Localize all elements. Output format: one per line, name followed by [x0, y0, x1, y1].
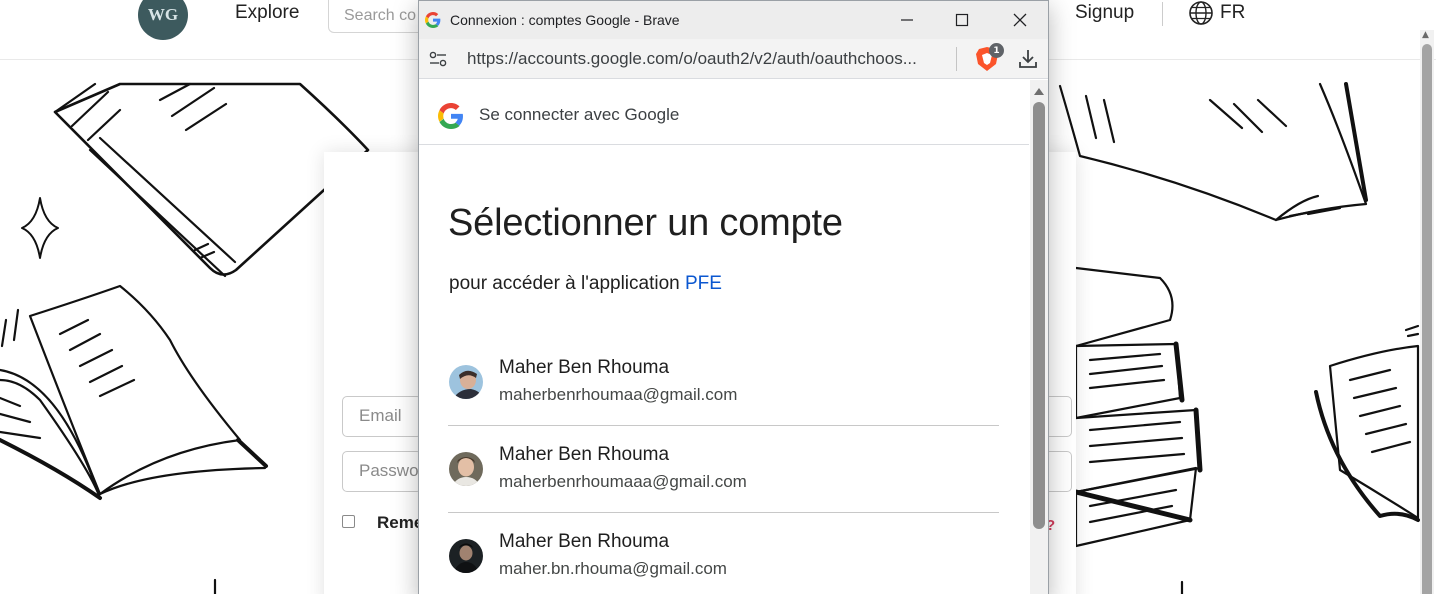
- app-name-link[interactable]: PFE: [685, 273, 722, 294]
- password-field[interactable]: Passwo: [342, 451, 422, 492]
- globe-icon: [1189, 1, 1213, 25]
- nav-divider: [1162, 2, 1163, 26]
- close-button[interactable]: [996, 1, 1044, 39]
- remember-label: Reme: [377, 513, 421, 532]
- page-scrollbar-thumb[interactable]: [1422, 44, 1432, 594]
- site-logo[interactable]: WG: [138, 0, 188, 40]
- app-subtitle: pour accéder à l'application PFE: [449, 273, 722, 295]
- page-scroll-up-icon[interactable]: ▲: [1422, 30, 1429, 40]
- download-icon[interactable]: [1017, 48, 1039, 70]
- email-field-edge: [1048, 396, 1072, 437]
- account-name: Maher Ben Rhouma: [499, 531, 670, 552]
- language-label: FR: [1220, 2, 1246, 23]
- language-switcher[interactable]: FR: [1188, 0, 1245, 26]
- account-item-3[interactable]: Maher Ben Rhouma maher.bn.rhouma@gmail.c…: [448, 513, 999, 594]
- account-item-1[interactable]: Maher Ben Rhouma maherbenrhoumaa@gmail.c…: [448, 339, 999, 426]
- shield-count-badge: 1: [989, 43, 1004, 58]
- window-title: Connexion : comptes Google - Brave: [450, 12, 680, 28]
- site-settings-icon[interactable]: [429, 51, 447, 67]
- maximize-icon: [955, 13, 969, 27]
- google-header-bar: Se connecter avec Google: [419, 80, 1029, 145]
- urlbar-divider: [956, 47, 957, 71]
- account-email: maherbenrhoumaaa@gmail.com: [499, 472, 747, 491]
- avatar: [449, 365, 483, 399]
- account-email: maher.bn.rhouma@gmail.com: [499, 559, 727, 578]
- url-text[interactable]: https://accounts.google.com/o/oauth2/v2/…: [467, 49, 947, 69]
- google-logo-icon: [438, 103, 463, 129]
- minimize-button[interactable]: [883, 1, 931, 39]
- google-bar-title: Se connecter avec Google: [479, 105, 680, 124]
- page-title: Sélectionner un compte: [448, 202, 843, 244]
- popup-scrollbar-thumb[interactable]: [1033, 102, 1045, 529]
- popup-content: Se connecter avec Google Sélectionner un…: [419, 80, 1048, 594]
- avatar: [449, 452, 483, 486]
- close-icon: [1013, 13, 1027, 27]
- maximize-button[interactable]: [938, 1, 986, 39]
- avatar: [449, 539, 483, 573]
- remember-checkbox[interactable]: [342, 515, 355, 528]
- google-signin-popup: Connexion : comptes Google - Brave https…: [418, 0, 1049, 594]
- minimize-icon: [901, 19, 913, 21]
- account-name: Maher Ben Rhouma: [499, 357, 670, 378]
- account-name: Maher Ben Rhouma: [499, 444, 670, 465]
- nav-explore-link[interactable]: Explore: [235, 2, 299, 24]
- window-titlebar[interactable]: Connexion : comptes Google - Brave: [419, 1, 1048, 39]
- address-bar[interactable]: https://accounts.google.com/o/oauth2/v2/…: [419, 39, 1048, 79]
- nav-signup-link[interactable]: Signup: [1075, 2, 1134, 24]
- account-item-2[interactable]: Maher Ben Rhouma maherbenrhoumaaa@gmail.…: [448, 426, 999, 513]
- scroll-up-arrow-icon[interactable]: [1033, 86, 1045, 96]
- account-email: maherbenrhoumaa@gmail.com: [499, 385, 738, 404]
- subtitle-text: pour accéder à l'application: [449, 273, 685, 294]
- email-field[interactable]: Email: [342, 396, 422, 437]
- password-field-edge: [1048, 451, 1072, 492]
- google-favicon-icon: [425, 12, 441, 28]
